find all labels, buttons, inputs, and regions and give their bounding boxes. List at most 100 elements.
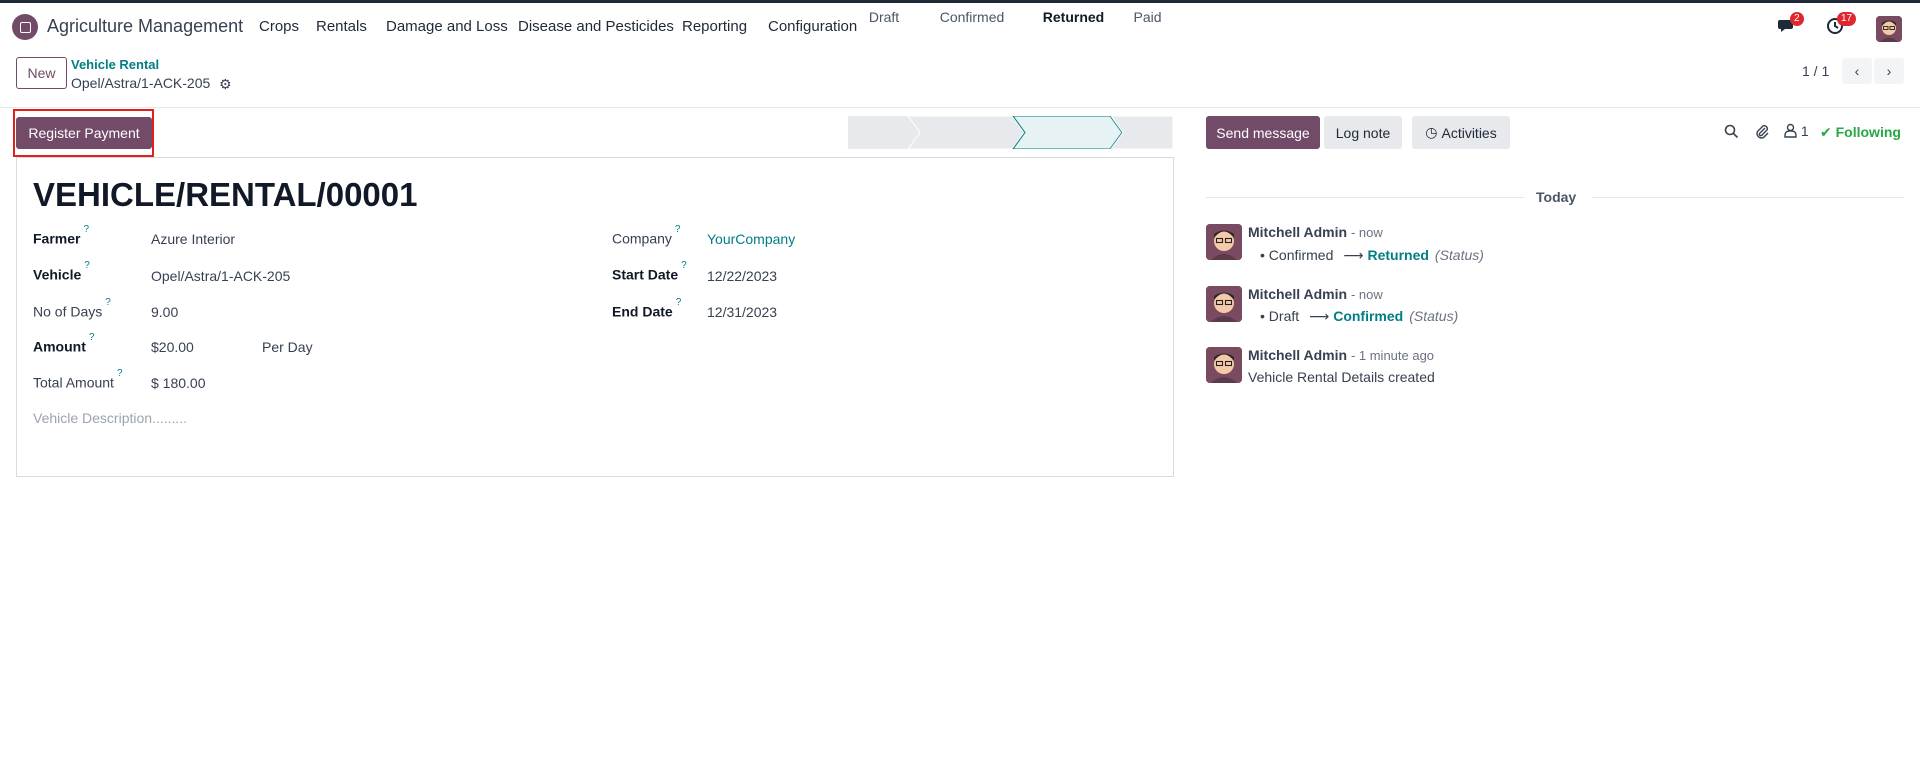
search-icon[interactable] xyxy=(1724,124,1739,143)
end-date-value[interactable]: 12/31/2023 xyxy=(707,304,777,320)
vehicle-description-field[interactable]: Vehicle Description......... xyxy=(33,410,187,426)
following-label: Following xyxy=(1835,124,1901,140)
app-logo-icon[interactable] xyxy=(12,14,38,40)
menu-damage-and-loss[interactable]: Damage and Loss xyxy=(386,18,508,35)
new-button[interactable]: New xyxy=(16,57,67,89)
check-icon: ✔ xyxy=(1820,124,1836,140)
paperclip-icon[interactable] xyxy=(1754,123,1770,144)
tracking-old-value: Confirmed xyxy=(1268,247,1334,263)
log-note-button[interactable]: Log note xyxy=(1324,116,1402,149)
form-sheet: VEHICLE/RENTAL/00001 Farmer? Azure Inter… xyxy=(16,157,1174,477)
breadcrumb-current: Opel/Astra/1-ACK-205 xyxy=(71,75,211,91)
messages-button[interactable]: 2 xyxy=(1778,12,1804,37)
stage-returned[interactable]: Returned xyxy=(1025,0,1122,33)
menu-crops[interactable]: Crops xyxy=(259,18,299,35)
amount-label: Amount? xyxy=(33,332,95,355)
user-avatar-icon xyxy=(1206,347,1242,383)
help-icon[interactable]: ? xyxy=(105,297,111,308)
stage-confirmed[interactable]: Confirmed xyxy=(920,0,1024,33)
pager-next-button[interactable]: › xyxy=(1874,58,1904,84)
stage-draft[interactable]: Draft xyxy=(848,0,920,33)
vehicle-label: Vehicle? xyxy=(33,260,90,283)
record-title: VEHICLE/RENTAL/00001 xyxy=(33,176,418,213)
stage-paid[interactable]: Paid xyxy=(1122,0,1173,33)
days-label: No of Days? xyxy=(33,297,111,320)
tracking-field: (Status) xyxy=(1434,247,1484,263)
total-amount-value: $ 180.00 xyxy=(151,375,206,391)
today-divider-right xyxy=(1592,197,1904,198)
status-stages xyxy=(848,116,1173,149)
user-icon xyxy=(1784,123,1797,138)
message-avatar[interactable] xyxy=(1206,347,1242,383)
message-time: - now xyxy=(1350,287,1383,302)
company-label: Company? xyxy=(612,224,681,247)
message-author: Mitchell Admin - now xyxy=(1248,286,1383,302)
arrow-right-icon: ⟶ xyxy=(1343,247,1364,263)
farmer-value[interactable]: Azure Interior xyxy=(151,231,235,247)
user-avatar-icon xyxy=(1206,224,1242,260)
app-name[interactable]: Agriculture Management xyxy=(47,16,243,37)
message-time: - 1 minute ago xyxy=(1350,348,1435,363)
stage-draft-shape xyxy=(848,116,920,149)
menu-rentals[interactable]: Rentals xyxy=(316,18,367,35)
breadcrumb-parent[interactable]: Vehicle Rental xyxy=(71,57,159,72)
menu-reporting[interactable]: Reporting xyxy=(682,18,747,35)
message-author: Mitchell Admin - now xyxy=(1248,224,1383,240)
message-time: - now xyxy=(1350,225,1383,240)
chevron-left-icon: ‹ xyxy=(1854,63,1860,79)
gear-icon[interactable]: ⚙ xyxy=(219,76,232,93)
pager-previous-button[interactable]: ‹ xyxy=(1842,58,1872,84)
user-avatar-icon xyxy=(1206,286,1242,322)
register-payment-button[interactable]: Register Payment xyxy=(16,117,152,149)
help-icon[interactable]: ? xyxy=(84,260,90,271)
days-value[interactable]: 9.00 xyxy=(151,304,178,320)
help-icon[interactable]: ? xyxy=(676,297,682,308)
help-icon[interactable]: ? xyxy=(675,224,681,235)
start-date-value[interactable]: 12/22/2023 xyxy=(707,268,777,284)
menu-configuration[interactable]: Configuration xyxy=(768,18,857,35)
activities-button[interactable]: 17 xyxy=(1826,12,1857,37)
clock-icon: ◷ xyxy=(1425,124,1438,140)
message-avatar[interactable] xyxy=(1206,286,1242,322)
tracking-field: (Status) xyxy=(1409,308,1459,324)
farmer-label: Farmer? xyxy=(33,224,90,247)
help-icon[interactable]: ? xyxy=(83,224,89,235)
arrow-right-icon: ⟶ xyxy=(1309,308,1330,324)
tracking-new-value: Confirmed xyxy=(1333,308,1404,324)
messages-badge: 2 xyxy=(1790,12,1804,26)
help-icon[interactable]: ? xyxy=(89,332,95,343)
stage-confirmed-shape xyxy=(907,116,1025,149)
tracking-new-value: Returned xyxy=(1367,247,1429,263)
message-author: Mitchell Admin - 1 minute ago xyxy=(1248,347,1435,363)
followers-count: 1 xyxy=(1800,123,1809,139)
menu-disease-and-pesticides[interactable]: Disease and Pesticides xyxy=(518,18,674,35)
total-amount-label: Total Amount? xyxy=(33,368,123,391)
end-date-label: End Date? xyxy=(612,297,682,320)
activities-label: Activities xyxy=(1441,124,1497,141)
user-avatar-icon xyxy=(1876,16,1902,42)
control-panel-divider xyxy=(0,107,1920,108)
tracking-old-value: Draft xyxy=(1268,308,1300,324)
pager-value[interactable]: 1 / 1 xyxy=(1802,63,1829,79)
help-icon[interactable]: ? xyxy=(117,368,123,379)
amount-unit: Per Day xyxy=(262,339,313,355)
chevron-right-icon: › xyxy=(1886,63,1892,79)
today-label: Today xyxy=(1536,189,1577,205)
message-tracking-line: • Confirmed ⟶ Returned (Status) xyxy=(1260,247,1484,263)
today-divider-left xyxy=(1206,197,1524,198)
user-avatar[interactable] xyxy=(1876,16,1902,42)
message-avatar[interactable] xyxy=(1206,224,1242,260)
message-tracking-line: • Draft ⟶ Confirmed (Status) xyxy=(1260,308,1459,324)
activities-button-chatter[interactable]: ◷ Activities xyxy=(1412,116,1510,149)
amount-value[interactable]: $20.00 xyxy=(151,339,194,355)
company-value[interactable]: YourCompany xyxy=(707,231,795,247)
help-icon[interactable]: ? xyxy=(681,260,687,271)
send-message-button[interactable]: Send message xyxy=(1206,116,1320,149)
stage-returned-shape xyxy=(1012,116,1123,149)
followers-button[interactable]: 1 xyxy=(1784,123,1809,139)
activities-badge: 17 xyxy=(1837,12,1857,26)
message-body: Vehicle Rental Details created xyxy=(1248,369,1435,385)
start-date-label: Start Date? xyxy=(612,260,687,283)
following-button[interactable]: ✔ Following xyxy=(1820,124,1901,141)
vehicle-value[interactable]: Opel/Astra/1-ACK-205 xyxy=(151,268,290,284)
